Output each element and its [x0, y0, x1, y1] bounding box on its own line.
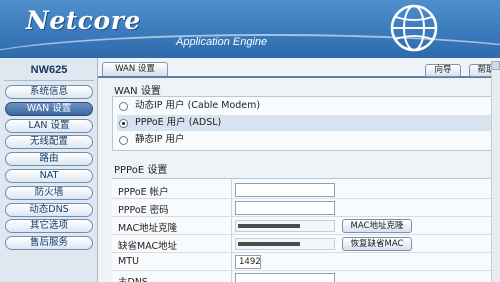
- sidebar-menu: 系统信息 WAN 设置 LAN 设置 无线配置 路由 NAT 防火墙 动态DNS…: [5, 85, 93, 253]
- pppoe-password-row: PPPoE 密码: [112, 199, 500, 217]
- radio-static-ip[interactable]: [119, 136, 128, 145]
- radio-dynamic-ip[interactable]: [119, 102, 128, 111]
- tab-wan-settings[interactable]: WAN 设置: [102, 62, 168, 76]
- wan-option-label: 静态IP 用户: [135, 134, 185, 145]
- primary-dns-row: 主DNS: [112, 271, 500, 282]
- sidebar-item-routing[interactable]: 路由: [5, 152, 93, 167]
- wan-type-options: 动态IP 用户 (Cable Modem) PPPoE 用户 (ADSL) 静态…: [112, 96, 500, 151]
- mtu-row: MTU: [112, 253, 500, 271]
- main-panel: WAN 设置 向导 帮助 WAN 设置 动态IP 用户 (Cable Modem…: [98, 58, 500, 282]
- sidebar-item-other-options[interactable]: 其它选项: [5, 219, 93, 234]
- mtu-input[interactable]: [235, 255, 261, 269]
- mac-clone-field[interactable]: [235, 220, 335, 232]
- radio-pppoe[interactable]: [119, 119, 128, 128]
- wan-option-pppoe[interactable]: PPPoE 用户 (ADSL): [117, 115, 497, 131]
- mac-redacted-bar: [238, 224, 300, 228]
- sidebar-item-wan-settings[interactable]: WAN 设置: [5, 101, 93, 116]
- sidebar-item-ddns[interactable]: 动态DNS: [5, 202, 93, 217]
- mac-clone-row: MAC地址克隆 MAC地址克隆: [112, 217, 500, 235]
- sidebar-divider: [4, 80, 94, 81]
- default-mac-field: [235, 238, 335, 250]
- scroll-up-arrow-icon[interactable]: [491, 61, 500, 70]
- restore-default-mac-button[interactable]: 恢复缺省MAC: [342, 237, 412, 251]
- wan-section-title: WAN 设置: [114, 86, 161, 97]
- wan-option-label: PPPoE 用户 (ADSL): [135, 117, 222, 128]
- primary-dns-label: 主DNS: [118, 274, 148, 282]
- default-mac-row: 缺省MAC地址 恢复缺省MAC: [112, 235, 500, 253]
- default-mac-label: 缺省MAC地址: [118, 241, 178, 252]
- pppoe-account-input[interactable]: [235, 183, 335, 197]
- netcore-logo: Netcore: [26, 6, 141, 35]
- pppoe-password-label: PPPoE 密码: [118, 205, 169, 216]
- pppoe-section-title: PPPoE 设置: [114, 165, 168, 176]
- primary-dns-input[interactable]: [235, 273, 335, 282]
- sidebar-item-firewall[interactable]: 防火墙: [5, 185, 93, 200]
- sidebar: NW625 系统信息 WAN 设置 LAN 设置 无线配置 路由 NAT 防火墙…: [0, 58, 98, 282]
- sidebar-item-after-sales[interactable]: 售后服务: [5, 236, 93, 251]
- pppoe-password-input[interactable]: [235, 201, 335, 215]
- sidebar-item-wireless[interactable]: 无线配置: [5, 135, 93, 150]
- sidebar-item-nat[interactable]: NAT: [5, 168, 93, 183]
- vertical-scrollbar[interactable]: [491, 70, 500, 282]
- mac-clone-label: MAC地址克隆: [118, 223, 178, 234]
- wan-option-label: 动态IP 用户 (Cable Modem): [135, 100, 261, 111]
- wan-option-dynamic-ip[interactable]: 动态IP 用户 (Cable Modem): [117, 98, 497, 114]
- header-banner: Netcore Application Engine: [0, 0, 500, 58]
- app-engine-tagline: Application Engine: [176, 36, 268, 48]
- pppoe-account-row: PPPoE 帐户: [112, 181, 500, 199]
- sidebar-item-system-info[interactable]: 系统信息: [5, 85, 93, 99]
- mac-redacted-bar: [238, 242, 300, 246]
- pppoe-account-label: PPPoE 帐户: [118, 187, 169, 198]
- wan-option-static-ip[interactable]: 静态IP 用户: [117, 132, 497, 148]
- pppoe-settings-form: PPPoE 帐户 PPPoE 密码 MAC地址克隆 MAC地址克隆 缺省MAC地…: [112, 178, 500, 282]
- sidebar-item-lan-settings[interactable]: LAN 设置: [5, 118, 93, 133]
- guide-button[interactable]: 向导: [425, 64, 461, 77]
- globe-logo-icon: [390, 4, 438, 52]
- mtu-label: MTU: [118, 256, 139, 267]
- mac-clone-button[interactable]: MAC地址克隆: [342, 219, 412, 233]
- model-name: NW625: [30, 64, 68, 76]
